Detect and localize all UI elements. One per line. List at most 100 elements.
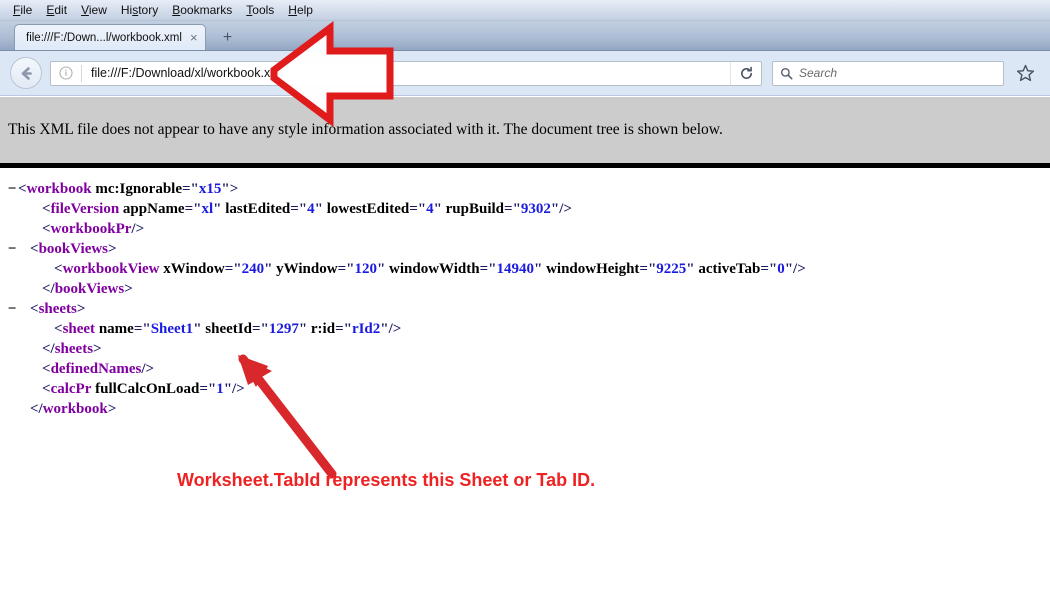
xml-attr: appName	[123, 201, 185, 217]
menu-access-key: F	[13, 3, 20, 17]
xml-punct: <	[42, 201, 51, 217]
xml-val: 9225	[656, 261, 686, 277]
xml-punct: "	[434, 201, 442, 217]
menu-item-tools[interactable]: Tools	[239, 0, 281, 20]
xml-punct: <	[54, 321, 63, 337]
xml-punct: />	[141, 361, 154, 377]
xml-attr: r:id	[311, 321, 335, 337]
xml-line-gutter	[6, 259, 18, 279]
tab-title: file:///F:/Down...l/workbook.xml	[26, 32, 182, 44]
xml-val: 240	[242, 261, 265, 277]
xml-tag: bookViews	[55, 281, 124, 297]
close-icon[interactable]: ×	[190, 31, 198, 44]
collapse-toggle-icon[interactable]: −	[6, 239, 18, 259]
menu-item-history[interactable]: History	[114, 0, 165, 20]
xml-tag: sheets	[39, 301, 77, 317]
xml-val: 4	[426, 201, 434, 217]
xml-punct: <	[42, 361, 51, 377]
xml-tag: workbookPr	[51, 221, 132, 237]
xml-line: <definedNames/>	[6, 359, 1050, 379]
xml-attr: rupBuild	[446, 201, 504, 217]
xml-line: </workbook>	[6, 399, 1050, 419]
collapse-toggle-icon[interactable]: −	[6, 179, 18, 199]
xml-val: xl	[201, 201, 213, 217]
address-bar[interactable]: file:///F:/Download/xl/workbook.xml	[50, 61, 762, 86]
xml-tag: fileVersion	[51, 201, 120, 217]
xml-line: </sheets>	[6, 339, 1050, 359]
xml-punct: ="	[199, 381, 216, 397]
xml-punct: ="	[185, 201, 202, 217]
star-icon[interactable]	[1010, 58, 1040, 88]
xml-punct: "/>	[380, 321, 401, 337]
navigation-toolbar: file:///F:/Download/xl/workbook.xml Sear…	[0, 51, 1050, 96]
xml-line-gutter	[6, 359, 18, 379]
menu-item-edit[interactable]: Edit	[39, 0, 74, 20]
menu-access-key: E	[46, 3, 54, 17]
menu-access-key: H	[288, 3, 297, 17]
xml-tag: workbookView	[63, 261, 160, 277]
new-tab-icon[interactable]: +	[211, 26, 245, 50]
xml-val: 9302	[521, 201, 551, 217]
xml-line-gutter	[6, 339, 18, 359]
xml-punct: ="	[225, 261, 242, 277]
menu-item-file[interactable]: File	[6, 0, 39, 20]
menu-item-help[interactable]: Help	[281, 0, 320, 20]
menu-item-view[interactable]: View	[74, 0, 114, 20]
xml-punct: </	[42, 281, 55, 297]
xml-punct: ="	[134, 321, 151, 337]
xml-punct: ="	[409, 201, 426, 217]
search-icon	[773, 67, 799, 80]
menu-bar: FileEditViewHistoryBookmarksToolsHelp	[0, 0, 1050, 21]
xml-val: 4	[307, 201, 315, 217]
xml-punct: ="	[760, 261, 777, 277]
xml-punct: ">	[221, 181, 238, 197]
search-input[interactable]: Search	[799, 66, 837, 80]
tab-strip: file:///F:/Down...l/workbook.xml × +	[0, 21, 1050, 51]
browser-tab-workbook-xml[interactable]: file:///F:/Down...l/workbook.xml ×	[14, 24, 206, 50]
xml-tag: calcPr	[51, 381, 92, 397]
xml-attr: windowWidth	[389, 261, 480, 277]
xml-punct: <	[42, 221, 51, 237]
xml-style-notice-text: This XML file does not appear to have an…	[8, 121, 723, 139]
reload-icon[interactable]	[730, 62, 761, 85]
xml-punct: ="	[182, 181, 199, 197]
info-circle-icon[interactable]	[51, 66, 81, 80]
xml-line-gutter	[6, 199, 18, 219]
xml-line: −<sheets>	[6, 299, 1050, 319]
back-arrow-icon	[18, 65, 35, 82]
xml-tag: sheets	[55, 341, 93, 357]
xml-punct: >	[93, 341, 102, 357]
xml-punct: "/>	[551, 201, 572, 217]
xml-line-gutter	[6, 319, 18, 339]
xml-attr: activeTab	[698, 261, 760, 277]
menu-item-bookmarks[interactable]: Bookmarks	[165, 0, 239, 20]
xml-attr: fullCalcOnLoad	[95, 381, 199, 397]
xml-punct: ="	[504, 201, 521, 217]
xml-punct: >	[108, 401, 117, 417]
search-bar[interactable]: Search	[772, 61, 1004, 86]
xml-line: <fileVersion appName="xl" lastEdited="4"…	[6, 199, 1050, 219]
xml-punct: "	[686, 261, 694, 277]
xml-punct: >	[108, 241, 117, 257]
xml-val: 0	[777, 261, 785, 277]
back-button[interactable]	[10, 57, 42, 89]
xml-line-gutter	[6, 279, 18, 299]
xml-punct: </	[30, 401, 43, 417]
xml-line: <sheet name="Sheet1" sheetId="1297" r:id…	[6, 319, 1050, 339]
url-text[interactable]: file:///F:/Download/xl/workbook.xml	[82, 66, 730, 80]
xml-line: </bookViews>	[6, 279, 1050, 299]
xml-punct: ="	[480, 261, 497, 277]
collapse-toggle-icon[interactable]: −	[6, 299, 18, 319]
xml-punct: "	[299, 321, 307, 337]
xml-line-gutter	[6, 379, 18, 399]
xml-line: <calcPr fullCalcOnLoad="1"/>	[6, 379, 1050, 399]
annotation-callout-text: Worksheet.TabId represents this Sheet or…	[177, 470, 595, 491]
xml-punct: <	[30, 301, 39, 317]
xml-attr: mc:Ignorable	[95, 181, 182, 197]
menu-access-key: T	[246, 3, 252, 17]
xml-punct: "	[315, 201, 323, 217]
xml-punct: "/>	[224, 381, 245, 397]
xml-punct: "	[193, 321, 201, 337]
xml-line: −<workbook mc:Ignorable="x15">	[6, 179, 1050, 199]
xml-punct: "/>	[785, 261, 806, 277]
